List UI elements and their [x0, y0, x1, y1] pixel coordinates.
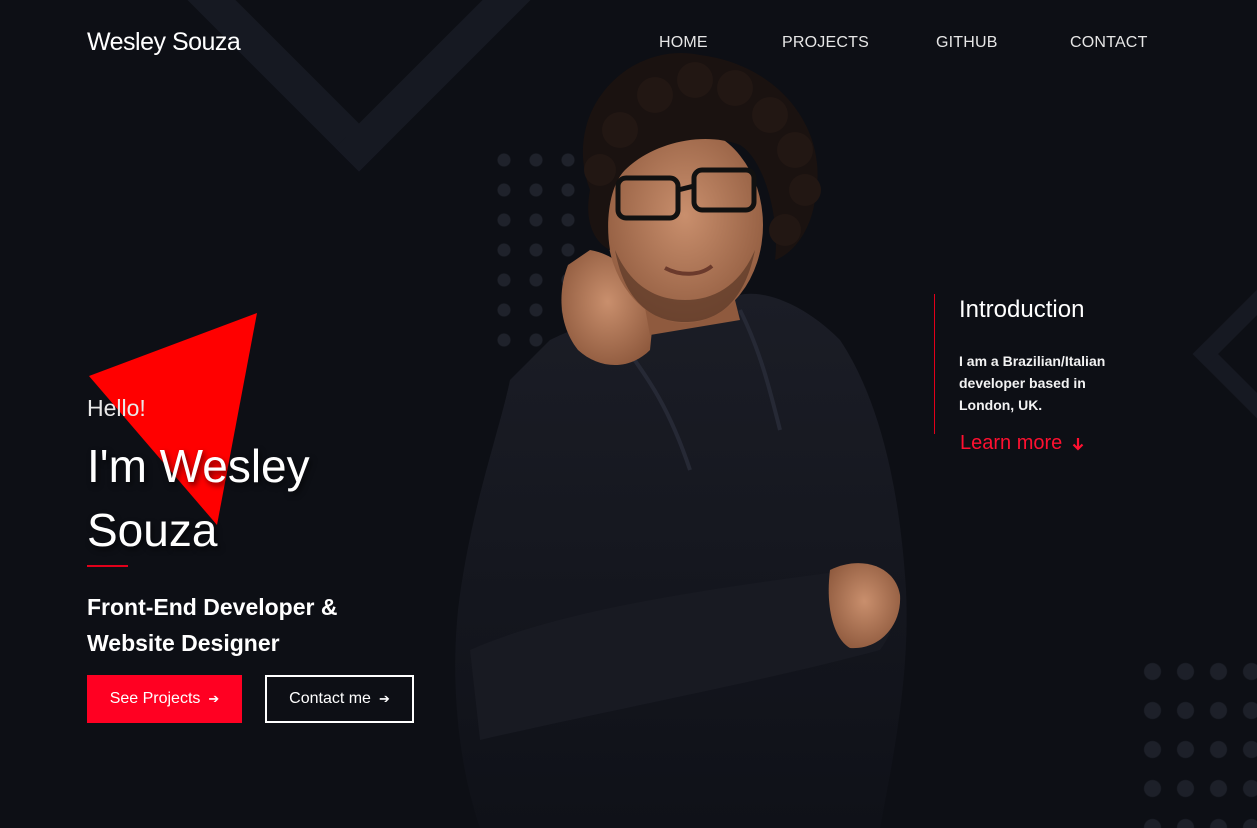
site-logo[interactable]: Wesley Souza	[87, 28, 241, 57]
hero-divider	[87, 565, 128, 567]
greeting-text: Hello!	[87, 395, 146, 421]
contact-me-label: Contact me	[289, 690, 371, 707]
contact-me-button[interactable]: Contact me ➔	[265, 675, 414, 723]
arrow-down-icon	[1073, 437, 1084, 451]
arrow-right-icon: ➔	[378, 691, 390, 706]
hero-name: I'm Wesley Souza	[87, 434, 407, 562]
hero-role-line-2: Website Designer	[87, 630, 280, 656]
background-chevron-shape-right	[1192, 277, 1257, 431]
profile-portrait	[455, 52, 907, 828]
hero-role-line-1: Front-End Developer &	[87, 594, 338, 620]
hero-role: Front-End Developer & Website Designer	[87, 589, 377, 661]
see-projects-label: See Projects	[109, 690, 201, 707]
intro-title: Introduction	[959, 296, 1085, 323]
arrow-right-icon: ➔	[208, 691, 220, 706]
intro-text: I am a Brazilian/Italian developer based…	[959, 353, 1106, 413]
intro-divider	[934, 294, 935, 434]
learn-more-link[interactable]: Learn more	[960, 432, 1084, 455]
learn-more-label: Learn more	[960, 432, 1063, 454]
see-projects-button[interactable]: See Projects ➔	[87, 675, 242, 723]
hero-name-line-1: I'm Wesley	[87, 440, 310, 492]
nav-github[interactable]: GITHUB	[936, 34, 998, 52]
background-dot-pattern-bottom-right	[1136, 652, 1257, 828]
hero-name-line-2: Souza	[87, 504, 218, 556]
nav-contact[interactable]: CONTACT	[1070, 34, 1148, 52]
